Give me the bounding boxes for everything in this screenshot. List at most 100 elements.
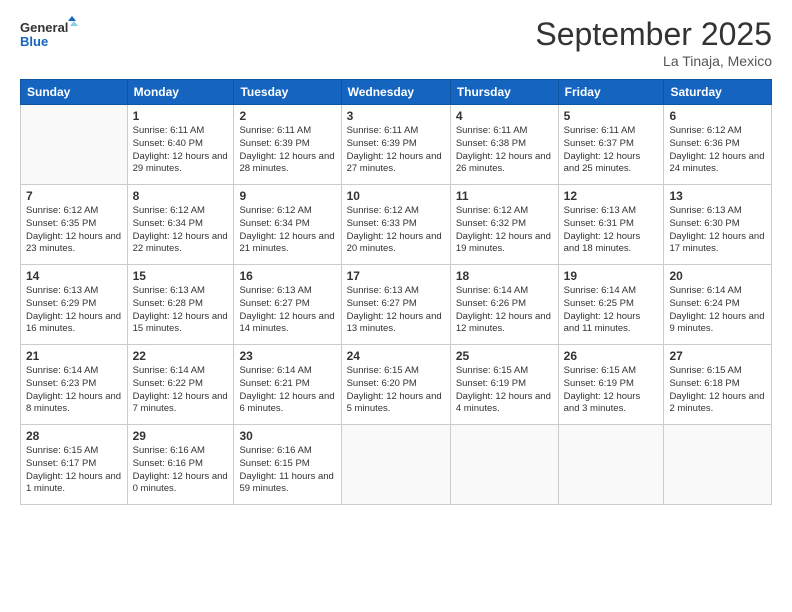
table-row: 6Sunrise: 6:12 AM Sunset: 6:36 PM Daylig… — [664, 105, 772, 185]
day-number: 9 — [239, 189, 335, 203]
day-info: Sunrise: 6:15 AM Sunset: 6:19 PM Dayligh… — [564, 365, 659, 416]
day-info: Sunrise: 6:15 AM Sunset: 6:17 PM Dayligh… — [26, 445, 122, 496]
table-row: 28 Sunrise: 6:15 AM Sunset: 6:17 PM Dayli… — [21, 425, 128, 505]
day-number: 2 — [239, 109, 335, 123]
day-info: Sunrise: 6:13 AM Sunset: 6:30 PM Dayligh… — [669, 205, 766, 256]
day-number: 1 — [133, 109, 229, 123]
day-number: 3 — [347, 109, 445, 123]
day-info: Sunrise: 6:16 AM Sunset: 6:15 PM Dayligh… — [239, 445, 335, 496]
table-row: 9 Sunrise: 6:12 AM Sunset: 6:34 PM Daylig… — [234, 185, 341, 265]
day-info: Sunrise: 6:14 AM Sunset: 6:26 PM Dayligh… — [456, 285, 553, 336]
header-sunday: Sunday — [21, 80, 128, 105]
day-number: 28 — [26, 429, 122, 443]
header: General Blue September 2025 La Tinaja, M… — [20, 16, 772, 69]
day-number: 15 — [133, 269, 229, 283]
table-row: 30Sunrise: 6:16 AM Sunset: 6:15 PM Dayli… — [234, 425, 341, 505]
day-info: Sunrise: 6:16 AM Sunset: 6:16 PM Dayligh… — [133, 445, 229, 496]
day-number: 26 — [564, 349, 659, 363]
day-number: 16 — [239, 269, 335, 283]
svg-text:General: General — [20, 20, 68, 35]
day-number: 19 — [564, 269, 659, 283]
subtitle: La Tinaja, Mexico — [535, 53, 772, 69]
day-number: 25 — [456, 349, 553, 363]
day-info: Sunrise: 6:12 AM Sunset: 6:34 PM Dayligh… — [133, 205, 229, 256]
day-info: Sunrise: 6:14 AM Sunset: 6:22 PM Dayligh… — [133, 365, 229, 416]
table-row: 18Sunrise: 6:14 AM Sunset: 6:26 PM Dayli… — [450, 265, 558, 345]
day-info: Sunrise: 6:11 AM Sunset: 6:39 PM Dayligh… — [239, 125, 335, 176]
day-number: 7 — [26, 189, 122, 203]
day-number: 22 — [133, 349, 229, 363]
day-number: 21 — [26, 349, 122, 363]
table-row: 26 Sunrise: 6:15 AM Sunset: 6:19 PM Dayli… — [558, 345, 664, 425]
calendar-week-row: 1Sunrise: 6:11 AM Sunset: 6:40 PM Daylig… — [21, 105, 772, 185]
day-number: 24 — [347, 349, 445, 363]
table-row: 21 Sunrise: 6:14 AM Sunset: 6:23 PM Dayli… — [21, 345, 128, 425]
title-block: September 2025 La Tinaja, Mexico — [535, 16, 772, 69]
logo: General Blue — [20, 16, 80, 54]
day-info: Sunrise: 6:13 AM Sunset: 6:31 PM Dayligh… — [564, 205, 659, 256]
day-info: Sunrise: 6:14 AM Sunset: 6:23 PM Dayligh… — [26, 365, 122, 416]
calendar-week-row: 7Sunrise: 6:12 AM Sunset: 6:35 PM Daylig… — [21, 185, 772, 265]
day-info: Sunrise: 6:11 AM Sunset: 6:38 PM Dayligh… — [456, 125, 553, 176]
day-number: 27 — [669, 349, 766, 363]
table-row — [558, 425, 664, 505]
day-number: 14 — [26, 269, 122, 283]
logo-svg: General Blue — [20, 16, 80, 54]
table-row: 29 Sunrise: 6:16 AM Sunset: 6:16 PM Dayli… — [127, 425, 234, 505]
day-number: 5 — [564, 109, 659, 123]
calendar-week-row: 21 Sunrise: 6:14 AM Sunset: 6:23 PM Dayli… — [21, 345, 772, 425]
table-row: 16Sunrise: 6:13 AM Sunset: 6:27 PM Dayli… — [234, 265, 341, 345]
calendar-header-row: Sunday Monday Tuesday Wednesday Thursday… — [21, 80, 772, 105]
day-number: 23 — [239, 349, 335, 363]
day-number: 13 — [669, 189, 766, 203]
table-row — [450, 425, 558, 505]
table-row: 13 Sunrise: 6:13 AM Sunset: 6:30 PM Dayli… — [664, 185, 772, 265]
table-row: 25 Sunrise: 6:15 AM Sunset: 6:19 PM Dayli… — [450, 345, 558, 425]
day-info: Sunrise: 6:13 AM Sunset: 6:27 PM Dayligh… — [347, 285, 445, 336]
day-info: Sunrise: 6:15 AM Sunset: 6:19 PM Dayligh… — [456, 365, 553, 416]
calendar-week-row: 28 Sunrise: 6:15 AM Sunset: 6:17 PM Dayli… — [21, 425, 772, 505]
day-info: Sunrise: 6:12 AM Sunset: 6:32 PM Dayligh… — [456, 205, 553, 256]
day-number: 8 — [133, 189, 229, 203]
header-tuesday: Tuesday — [234, 80, 341, 105]
day-info: Sunrise: 6:14 AM Sunset: 6:24 PM Dayligh… — [669, 285, 766, 336]
table-row: 27 Sunrise: 6:15 AM Sunset: 6:18 PM Dayli… — [664, 345, 772, 425]
day-info: Sunrise: 6:13 AM Sunset: 6:29 PM Dayligh… — [26, 285, 122, 336]
table-row — [664, 425, 772, 505]
table-row: 19 Sunrise: 6:14 AM Sunset: 6:25 PM Dayli… — [558, 265, 664, 345]
table-row: 3 Sunrise: 6:11 AM Sunset: 6:39 PM Daylig… — [341, 105, 450, 185]
day-number: 10 — [347, 189, 445, 203]
day-number: 11 — [456, 189, 553, 203]
header-monday: Monday — [127, 80, 234, 105]
table-row: 8 Sunrise: 6:12 AM Sunset: 6:34 PM Daylig… — [127, 185, 234, 265]
day-number: 20 — [669, 269, 766, 283]
page: General Blue September 2025 La Tinaja, M… — [0, 0, 792, 612]
day-info: Sunrise: 6:15 AM Sunset: 6:18 PM Dayligh… — [669, 365, 766, 416]
calendar-week-row: 14 Sunrise: 6:13 AM Sunset: 6:29 PM Dayli… — [21, 265, 772, 345]
day-number: 29 — [133, 429, 229, 443]
table-row — [341, 425, 450, 505]
table-row: 10Sunrise: 6:12 AM Sunset: 6:33 PM Dayli… — [341, 185, 450, 265]
table-row: 4 Sunrise: 6:11 AM Sunset: 6:38 PM Daylig… — [450, 105, 558, 185]
day-info: Sunrise: 6:14 AM Sunset: 6:21 PM Dayligh… — [239, 365, 335, 416]
day-info: Sunrise: 6:14 AM Sunset: 6:25 PM Dayligh… — [564, 285, 659, 336]
table-row: 11 Sunrise: 6:12 AM Sunset: 6:32 PM Dayli… — [450, 185, 558, 265]
day-info: Sunrise: 6:12 AM Sunset: 6:34 PM Dayligh… — [239, 205, 335, 256]
table-row — [21, 105, 128, 185]
day-number: 4 — [456, 109, 553, 123]
month-title: September 2025 — [535, 16, 772, 53]
table-row: 17Sunrise: 6:13 AM Sunset: 6:27 PM Dayli… — [341, 265, 450, 345]
day-info: Sunrise: 6:11 AM Sunset: 6:39 PM Dayligh… — [347, 125, 445, 176]
day-info: Sunrise: 6:13 AM Sunset: 6:28 PM Dayligh… — [133, 285, 229, 336]
header-friday: Friday — [558, 80, 664, 105]
day-number: 6 — [669, 109, 766, 123]
table-row: 23 Sunrise: 6:14 AM Sunset: 6:21 PM Dayli… — [234, 345, 341, 425]
day-number: 12 — [564, 189, 659, 203]
table-row: 15 Sunrise: 6:13 AM Sunset: 6:28 PM Dayli… — [127, 265, 234, 345]
header-thursday: Thursday — [450, 80, 558, 105]
day-info: Sunrise: 6:11 AM Sunset: 6:37 PM Dayligh… — [564, 125, 659, 176]
day-info: Sunrise: 6:15 AM Sunset: 6:20 PM Dayligh… — [347, 365, 445, 416]
table-row: 1Sunrise: 6:11 AM Sunset: 6:40 PM Daylig… — [127, 105, 234, 185]
svg-text:Blue: Blue — [20, 34, 48, 49]
header-wednesday: Wednesday — [341, 80, 450, 105]
